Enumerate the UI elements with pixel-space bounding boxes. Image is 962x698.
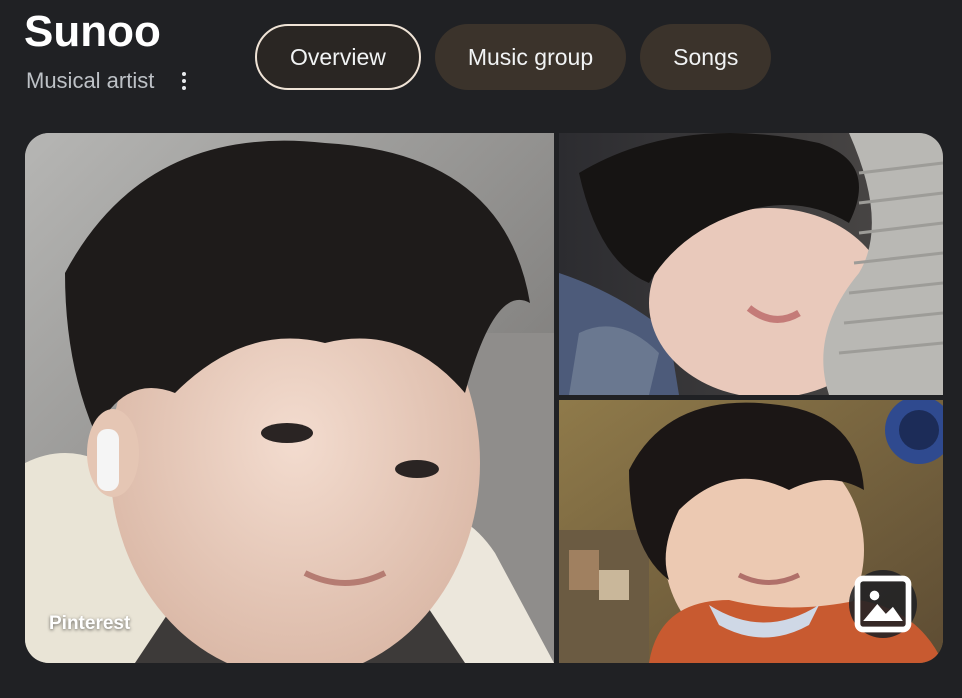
top-right-image-art — [559, 133, 943, 395]
image-source-label[interactable]: Pinterest — [49, 613, 130, 635]
more-vert-icon[interactable] — [172, 66, 196, 96]
main-image-art — [25, 133, 554, 663]
main-image[interactable]: Pinterest — [25, 133, 554, 663]
entity-tabs: Overview Music group Songs — [255, 24, 772, 90]
tab-overview[interactable]: Overview — [255, 24, 421, 90]
view-images-button[interactable] — [849, 570, 917, 638]
bottom-right-image[interactable] — [559, 400, 943, 663]
tab-music-group[interactable]: Music group — [434, 24, 627, 90]
tab-songs[interactable]: Songs — [640, 24, 772, 90]
entity-subtitle: Musical artist — [26, 68, 155, 93]
subtitle-row: Musical artist — [26, 66, 196, 96]
kebab-dot — [182, 86, 187, 90]
entity-title: Sunoo — [24, 7, 161, 56]
knowledge-panel: Sunoo Musical artist Overview Music grou… — [0, 0, 962, 698]
top-right-image[interactable] — [559, 133, 943, 395]
kebab-dot — [182, 79, 187, 83]
image-gallery: Pinterest — [25, 133, 943, 663]
kebab-dot — [182, 72, 187, 76]
image-icon — [854, 575, 912, 633]
